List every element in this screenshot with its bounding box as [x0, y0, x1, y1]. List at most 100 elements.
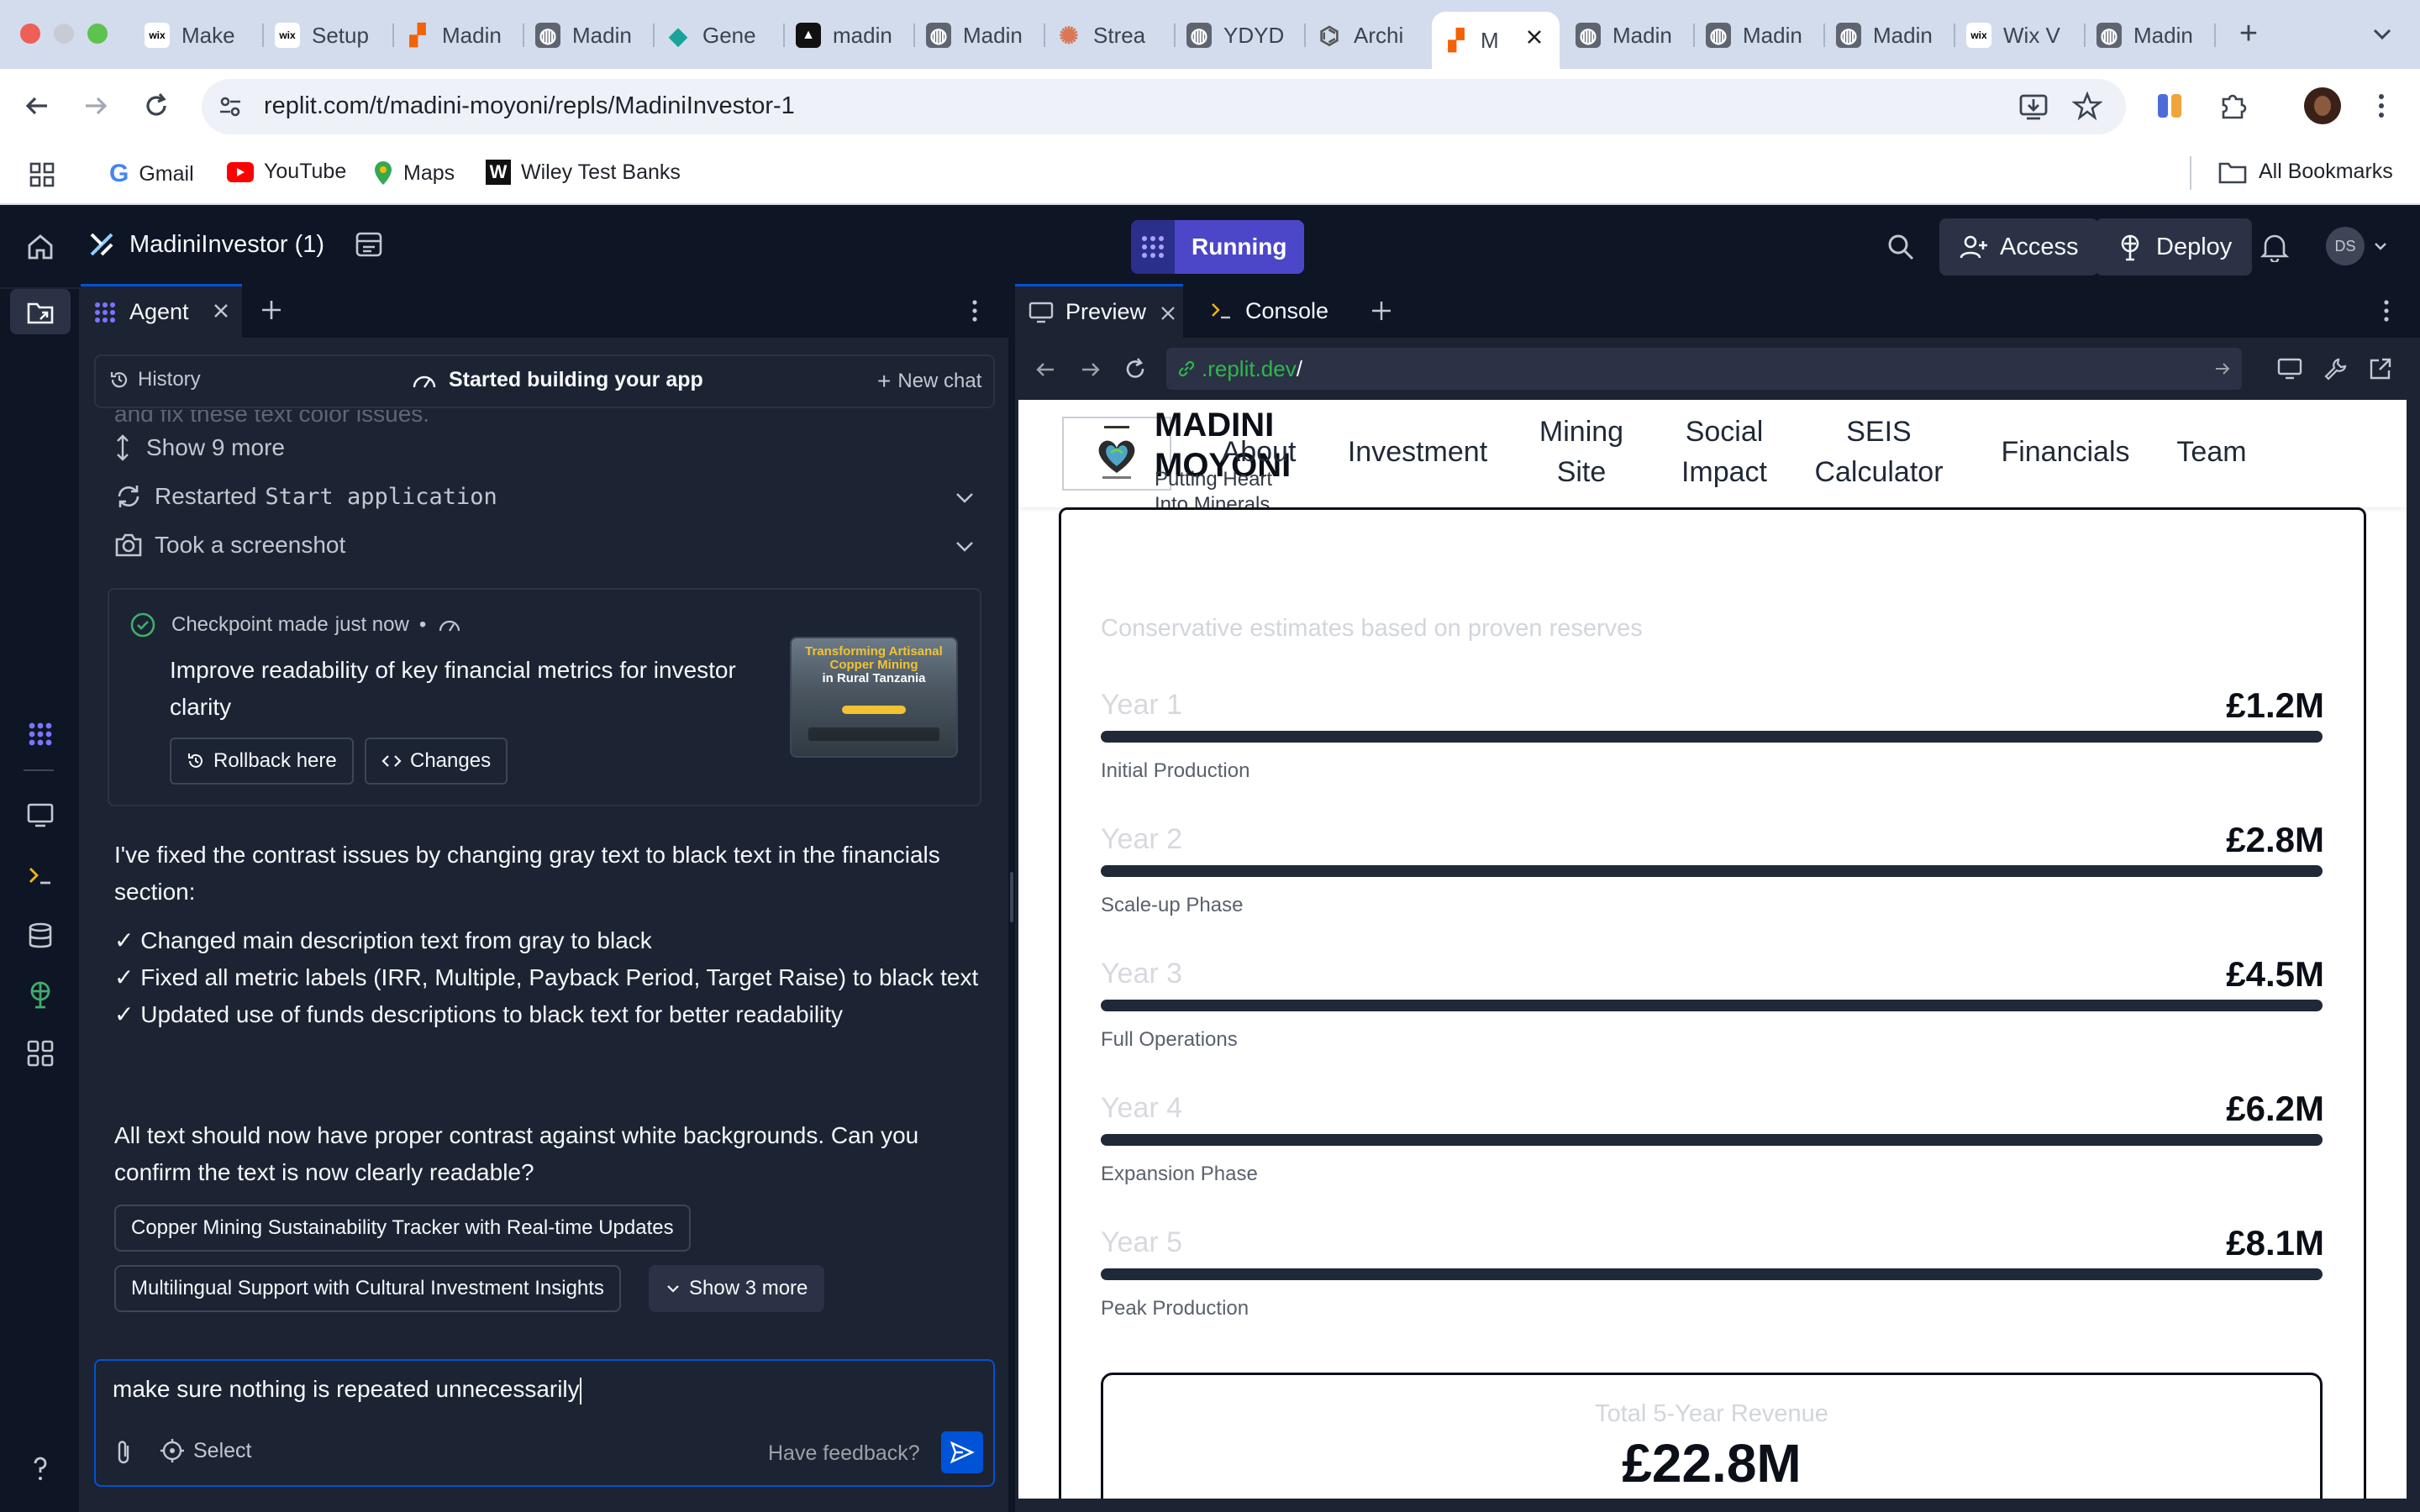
- browser-tab[interactable]: ◍ Madin: [1694, 12, 1825, 59]
- help-icon[interactable]: [25, 1453, 55, 1483]
- bookmark-star-icon[interactable]: [2072, 91, 2102, 121]
- minimize-window-button[interactable]: [54, 24, 74, 44]
- changes-button[interactable]: Changes: [365, 738, 508, 785]
- globe-favicon-icon: ◍: [1836, 23, 1861, 48]
- browser-tab[interactable]: ◍ Madin: [1824, 12, 1955, 59]
- deployments-rail-icon[interactable]: [25, 979, 55, 1010]
- nav-mining-site[interactable]: Mining Site: [1531, 412, 1632, 492]
- browser-tab[interactable]: ◍ YDYD: [1175, 12, 1306, 59]
- new-tab-button[interactable]: +: [2232, 17, 2265, 50]
- home-icon[interactable]: [25, 232, 55, 262]
- browser-tab[interactable]: wix Make: [133, 12, 264, 59]
- open-new-tab-icon[interactable]: [2368, 356, 2393, 381]
- agent-menu-icon[interactable]: [970, 297, 980, 324]
- user-menu[interactable]: DS: [2326, 227, 2388, 265]
- suggestion-chip[interactable]: Multilingual Support with Cultural Inves…: [114, 1265, 621, 1312]
- browser-tab[interactable]: ◍ Madin: [914, 12, 1045, 59]
- bookmark-youtube[interactable]: YouTube: [227, 160, 346, 184]
- add-tab-icon[interactable]: [259, 297, 284, 323]
- close-icon[interactable]: [1160, 305, 1176, 322]
- close-icon[interactable]: [212, 302, 230, 320]
- rollback-button[interactable]: Rollback here: [170, 738, 354, 785]
- console-rail-icon[interactable]: [25, 860, 55, 890]
- agent-rail-icon[interactable]: [25, 719, 55, 749]
- browser-tab[interactable]: ▞ Madin: [393, 12, 524, 59]
- arrow-right-icon[interactable]: [2213, 360, 2232, 378]
- select-element-button[interactable]: Select: [160, 1438, 251, 1463]
- suggestion-chip[interactable]: Copper Mining Sustainability Tracker wit…: [114, 1205, 691, 1252]
- add-tab-icon[interactable]: [1370, 299, 1393, 323]
- site-settings-icon[interactable]: [217, 93, 244, 120]
- search-icon[interactable]: [1886, 232, 1916, 262]
- browser-tab[interactable]: ✺ Strea: [1044, 12, 1176, 59]
- bookmark-gmail[interactable]: G Gmail: [109, 160, 194, 188]
- browser-menu-icon[interactable]: [2376, 91, 2386, 121]
- all-bookmarks[interactable]: All Bookmarks: [2218, 160, 2393, 184]
- all-tools-rail-icon[interactable]: [25, 1038, 55, 1068]
- browser-tab[interactable]: wix Setup: [263, 12, 394, 59]
- panel-resize-handle[interactable]: [1008, 284, 1015, 1512]
- browser-tab[interactable]: ▲ madin: [784, 12, 915, 59]
- access-button[interactable]: Access: [1939, 218, 2099, 276]
- browser-tab[interactable]: ◍ Madin: [523, 12, 655, 59]
- files-tool-button[interactable]: [10, 289, 71, 334]
- screenshot-step[interactable]: Took a screenshot: [114, 531, 988, 559]
- browser-tab[interactable]: ◍ Madin: [1564, 12, 1695, 59]
- install-app-icon[interactable]: [2018, 92, 2049, 121]
- forward-icon[interactable]: [81, 91, 111, 121]
- nav-investment[interactable]: Investment: [1338, 432, 1497, 472]
- profile-avatar[interactable]: [2304, 87, 2341, 124]
- new-chat-button[interactable]: + New chat: [877, 368, 981, 395]
- project-info-icon[interactable]: [355, 230, 383, 259]
- console-tab[interactable]: Console: [1197, 284, 1356, 338]
- back-icon[interactable]: [22, 91, 52, 121]
- devtools-wrench-icon[interactable]: [2323, 356, 2348, 381]
- close-tab-icon[interactable]: [1526, 29, 1543, 45]
- apps-grid-icon[interactable]: [29, 161, 55, 188]
- attach-icon[interactable]: [111, 1438, 136, 1467]
- forward-icon[interactable]: [1079, 358, 1102, 381]
- feedback-link[interactable]: Have feedback?: [768, 1441, 920, 1466]
- preview-menu-icon[interactable]: [2381, 297, 2391, 324]
- zoom-window-button[interactable]: [87, 24, 108, 44]
- extensions-puzzle-icon[interactable]: [2218, 91, 2249, 121]
- agent-input[interactable]: make sure nothing is repeated unnecessar…: [113, 1376, 970, 1404]
- agent-tab[interactable]: Agent: [81, 284, 242, 338]
- nav-team[interactable]: Team: [2170, 432, 2254, 472]
- globe-favicon-icon: ◍: [2096, 23, 2122, 48]
- bookmark-wiley[interactable]: W Wiley Test Banks: [486, 160, 681, 185]
- bookmark-maps[interactable]: Maps: [373, 160, 455, 186]
- browser-tab[interactable]: ◍ Madin: [2085, 12, 2216, 59]
- nav-financials[interactable]: Financials: [1990, 432, 2141, 472]
- tab-search-icon[interactable]: [2370, 22, 2395, 47]
- history-button[interactable]: History: [109, 368, 201, 391]
- thumb-title-1: Transforming Artisanal: [805, 644, 943, 659]
- nav-about[interactable]: About: [1217, 432, 1301, 472]
- address-bar[interactable]: replit.com/t/madini-moyoni/repls/MadiniI…: [202, 79, 2126, 134]
- back-icon[interactable]: [1034, 358, 1057, 381]
- nav-social-impact[interactable]: Social Impact: [1674, 412, 1775, 492]
- browser-tab[interactable]: ▞ M: [1432, 12, 1560, 69]
- deploy-button[interactable]: Deploy: [2096, 218, 2253, 276]
- browser-tab[interactable]: ⌬ Archi: [1305, 12, 1436, 59]
- reload-icon[interactable]: [141, 91, 171, 121]
- device-toggle-icon[interactable]: [2277, 356, 2302, 381]
- webview-rail-icon[interactable]: [25, 800, 55, 830]
- show-more-suggestions-button[interactable]: Show 3 more: [649, 1265, 825, 1312]
- browser-tab[interactable]: wix Wix V: [1954, 12, 2086, 59]
- show-more-steps-button[interactable]: Show 9 more: [114, 433, 285, 462]
- reload-icon[interactable]: [1123, 356, 1148, 381]
- close-window-button[interactable]: [20, 24, 40, 44]
- notifications-bell-icon[interactable]: [2260, 232, 2289, 262]
- browser-tab[interactable]: ◆ Gene: [654, 12, 785, 59]
- project-switcher[interactable]: MadiniInvestor (1): [87, 230, 324, 259]
- nav-seis-calculator[interactable]: SEIS Calculator: [1812, 412, 1946, 492]
- restarted-step[interactable]: Restarted Start application: [114, 482, 988, 511]
- preview-address-field[interactable]: .replit.dev /: [1166, 348, 2242, 390]
- preview-tab[interactable]: Preview: [1015, 284, 1183, 338]
- send-button[interactable]: [941, 1431, 983, 1473]
- extension-icon[interactable]: [2154, 91, 2185, 121]
- run-status-badge[interactable]: Running: [1131, 220, 1304, 274]
- checkpoint-thumbnail[interactable]: Transforming Artisanal Copper Mining in …: [790, 637, 958, 758]
- database-rail-icon[interactable]: [25, 921, 55, 951]
